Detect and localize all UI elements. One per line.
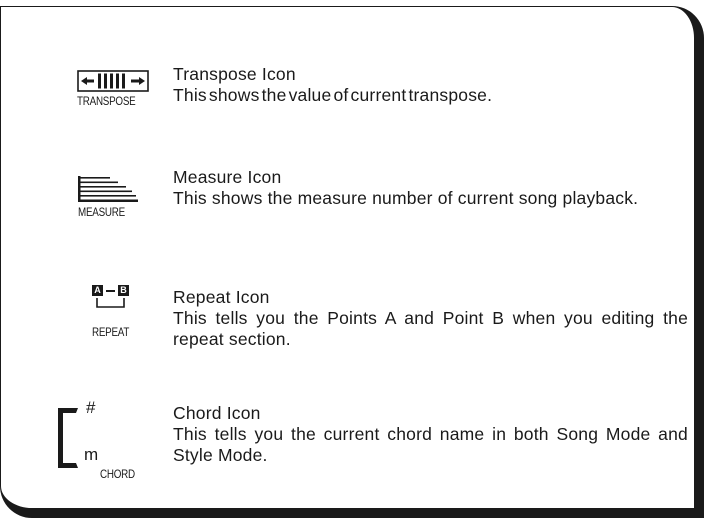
measure-title: Measure Icon — [173, 167, 282, 187]
chord-icon-bracket — [58, 408, 78, 468]
repeat-icon-dash — [106, 290, 115, 292]
measure-description: This shows the measure number of current… — [173, 188, 639, 208]
repeat-title: Repeat Icon — [173, 287, 270, 307]
chord-title: Chord Icon — [173, 403, 261, 423]
chord-description: This tells you the current chord name in… — [173, 424, 688, 465]
transpose-icon — [77, 70, 149, 92]
chord-icon-sharp: # — [86, 398, 96, 417]
transpose-title: Transpose Icon — [173, 64, 296, 84]
repeat-icon-letter-a: A — [92, 285, 103, 296]
chord-icon-minor: m — [84, 445, 99, 464]
repeat-icon-letter-b: B — [118, 285, 129, 296]
repeat-icon: A B — [92, 285, 132, 311]
transpose-description: This shows the value of current transpos… — [173, 85, 493, 105]
repeat-icon-bracket — [96, 298, 125, 308]
repeat-description: This tells you the Points A and Point B … — [173, 308, 688, 349]
transpose-icon-label: TRANSPOSE — [77, 94, 136, 108]
repeat-icon-label: REPEAT — [92, 325, 130, 339]
measure-icon — [78, 176, 138, 202]
chord-icon: # m — [56, 398, 166, 478]
measure-icon-label: MEASURE — [78, 205, 125, 219]
chord-icon-label: CHORD — [100, 467, 135, 481]
